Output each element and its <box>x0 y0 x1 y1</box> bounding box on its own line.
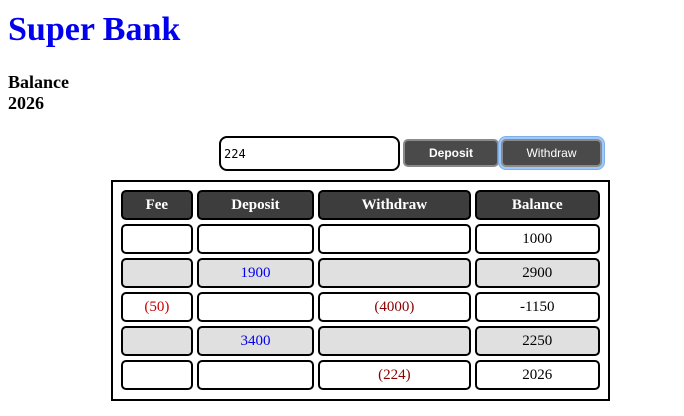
transaction-table: Fee Deposit Withdraw Balance 1000 1900 2… <box>111 180 610 401</box>
deposit-cell <box>196 224 315 254</box>
deposit-button[interactable]: Deposit <box>403 139 499 167</box>
withdraw-cell <box>318 224 471 254</box>
fee-cell <box>121 258 193 288</box>
fee-cell <box>121 326 193 356</box>
table-header-row: Fee Deposit Withdraw Balance <box>121 190 601 220</box>
balance-cell: 1000 <box>474 224 601 254</box>
header-deposit: Deposit <box>196 190 315 220</box>
withdraw-cell: (224) <box>318 360 471 390</box>
balance-cell: 2026 <box>474 360 601 390</box>
header-fee: Fee <box>121 190 193 220</box>
table-row: 1900 2900 <box>121 258 601 288</box>
deposit-cell: 1900 <box>196 258 315 288</box>
balance-cell: -1150 <box>474 292 601 322</box>
fee-cell <box>121 360 193 390</box>
header-balance: Balance <box>474 190 601 220</box>
header-withdraw: Withdraw <box>318 190 471 220</box>
table-row: 1000 <box>121 224 601 254</box>
balance-cell: 2250 <box>474 326 601 356</box>
deposit-cell <box>196 292 315 322</box>
withdraw-cell <box>318 258 471 288</box>
balance-label: Balance <box>8 72 69 92</box>
balance-value: 2026 <box>8 93 44 113</box>
deposit-cell: 3400 <box>196 326 315 356</box>
withdraw-cell: (4000) <box>318 292 471 322</box>
table-row: (224) 2026 <box>121 360 601 390</box>
table-row: 3400 2250 <box>121 326 601 356</box>
app-title: Super Bank <box>8 11 181 48</box>
deposit-cell <box>196 360 315 390</box>
withdraw-button[interactable]: Withdraw <box>501 139 602 167</box>
table-row: (50) (4000) -1150 <box>121 292 601 322</box>
fee-cell: (50) <box>121 292 193 322</box>
amount-input[interactable] <box>219 136 400 171</box>
fee-cell <box>121 224 193 254</box>
balance-cell: 2900 <box>474 258 601 288</box>
withdraw-cell <box>318 326 471 356</box>
